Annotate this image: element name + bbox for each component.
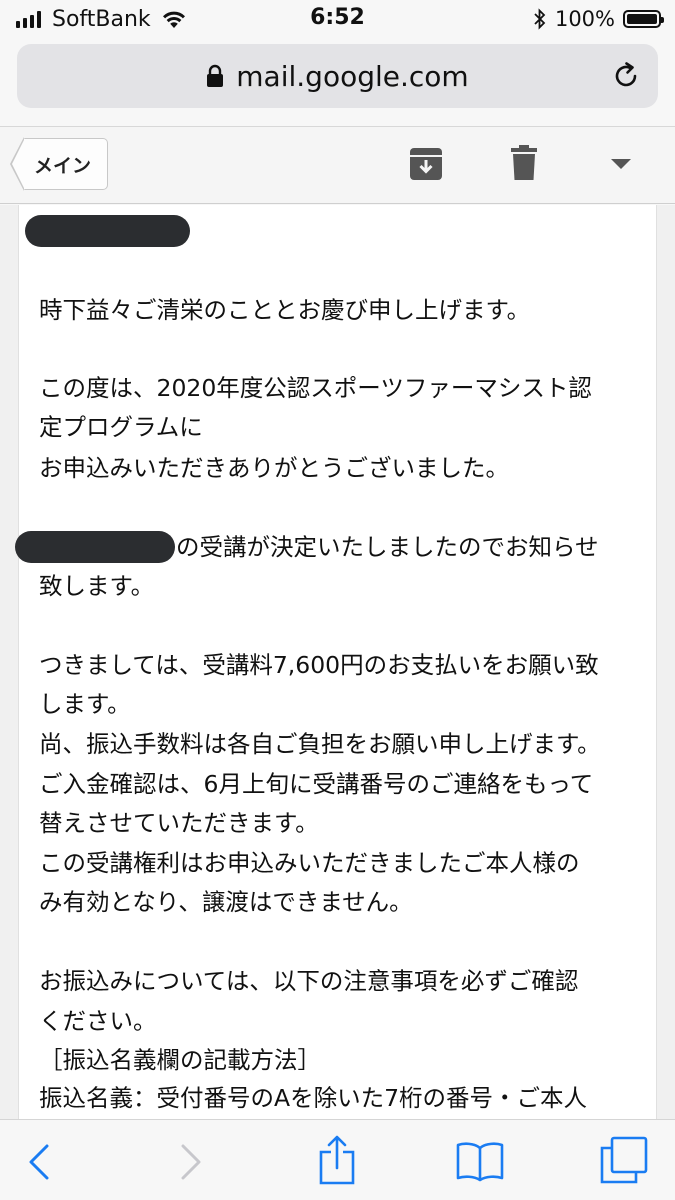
battery-icon xyxy=(623,10,664,28)
address-bar[interactable]: mail.google.com xyxy=(17,44,658,108)
redacted-program-name xyxy=(15,531,175,563)
email-line: ください。 xyxy=(39,1007,157,1035)
url-text: mail.google.com xyxy=(236,59,469,93)
back-icon[interactable] xyxy=(28,1144,50,1180)
email-line: この度は、2020年度公認スポーツファーマシスト認 xyxy=(39,374,592,402)
battery-percentage: 100% xyxy=(554,7,615,31)
email-line: 時下益々ご清栄のこととお慶び申し上げます。 xyxy=(39,296,531,324)
lock-icon xyxy=(207,64,224,87)
email-line: お申込みいただきありがとうございました。 xyxy=(39,454,509,482)
mail-toolbar: メイン xyxy=(0,126,675,204)
redacted-name xyxy=(25,215,190,247)
email-line: この受講権利はお申込みいただきましたご本人様の xyxy=(39,849,580,877)
tabs-icon[interactable] xyxy=(600,1136,648,1184)
bluetooth-icon xyxy=(534,8,546,30)
browser-bottom-toolbar xyxy=(0,1119,675,1200)
trash-icon[interactable] xyxy=(511,145,537,181)
email-line: 替えさせていただきます。 xyxy=(39,809,319,837)
email-line: 定プログラムに xyxy=(39,413,203,441)
back-arrow-shape xyxy=(10,137,25,191)
email-line: します。 xyxy=(39,690,131,718)
reload-icon[interactable] xyxy=(610,60,642,92)
bookmarks-icon[interactable] xyxy=(456,1140,504,1182)
email-line: ［振込名義欄の記載方法］ xyxy=(39,1046,321,1074)
chevron-down-icon[interactable] xyxy=(611,159,631,171)
email-line: ご入金確認は、6月上旬に受講番号のご連絡をもって xyxy=(39,770,594,798)
mail-message: 時下益々ご清栄のこととお慶び申し上げます。 この度は、2020年度公認スポーツフ… xyxy=(15,205,657,1119)
email-line: つきましては、受講料7,600円のお支払いをお願い致 xyxy=(39,651,599,679)
forward-icon[interactable] xyxy=(180,1144,202,1180)
email-line: の受講が決定いたしましたのでお知らせ xyxy=(176,533,599,561)
email-line: み有効となり、譲渡はできません。 xyxy=(39,888,413,916)
mail-body-area: 時下益々ご清栄のこととお慶び申し上げます。 この度は、2020年度公認スポーツフ… xyxy=(0,205,675,1119)
share-icon[interactable] xyxy=(318,1134,356,1186)
status-right: 100% xyxy=(533,6,664,32)
email-line: 致します。 xyxy=(39,572,155,600)
email-line: 振込名義：受付番号のAを除いた7桁の番号・ご本人 xyxy=(39,1084,588,1112)
back-button-label: メイン xyxy=(24,138,109,190)
email-line: 尚、振込手数料は各自ご負担をお願い申し上げます。 xyxy=(39,730,601,758)
archive-icon[interactable] xyxy=(409,147,443,181)
status-bar: SoftBank 6:52 100% xyxy=(0,0,675,38)
email-line: お振込みについては、以下の注意事項を必ずご確認 xyxy=(39,967,579,995)
back-to-inbox-button[interactable]: メイン xyxy=(10,137,109,191)
